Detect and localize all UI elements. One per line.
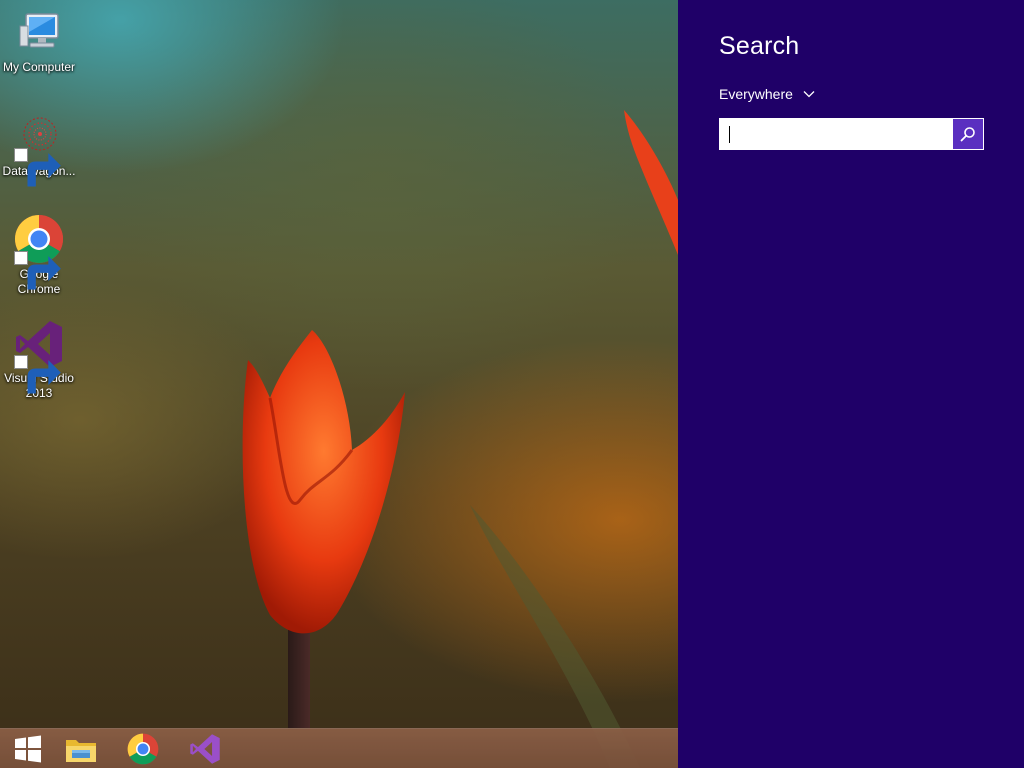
search-charm-title: Search <box>719 32 800 60</box>
shortcut-arrow-icon <box>14 251 61 290</box>
search-charm-panel: Search Everywhere <box>678 0 1024 768</box>
search-scope-dropdown[interactable]: Everywhere <box>719 86 815 102</box>
search-scope-label: Everywhere <box>719 86 793 102</box>
shortcut-arrow-icon <box>14 355 61 394</box>
taskbar-visual-studio-button[interactable] <box>177 729 233 768</box>
wallpaper-tulip-image <box>242 110 678 768</box>
shortcut-arrow-icon <box>14 148 61 187</box>
chrome-icon <box>127 733 159 765</box>
desktop-icon-google-chrome[interactable]: Google Chrome <box>0 215 78 297</box>
text-caret <box>729 126 730 143</box>
desktop-icon-my-computer[interactable]: My Computer <box>0 8 78 75</box>
screen: My Computer DataWagon... Google Chrome V… <box>0 0 1024 768</box>
file-explorer-icon <box>66 740 96 762</box>
desktop[interactable]: My Computer DataWagon... Google Chrome V… <box>0 0 678 768</box>
search-input[interactable] <box>720 119 935 149</box>
desktop-icon-datawagon[interactable]: DataWagon... <box>0 112 78 187</box>
taskbar <box>0 728 678 768</box>
search-button[interactable] <box>953 119 983 149</box>
windows-start-icon <box>15 735 41 763</box>
desktop-icon-label: My Computer <box>2 60 76 74</box>
start-button[interactable] <box>0 729 56 768</box>
visual-studio-icon <box>190 734 220 764</box>
chevron-down-icon <box>803 91 815 98</box>
taskbar-file-explorer-button[interactable] <box>53 729 109 768</box>
search-icon <box>960 127 975 142</box>
search-box <box>719 118 984 150</box>
computer-icon <box>19 13 59 48</box>
desktop-icon-visual-studio[interactable]: Visual Studio 2013 <box>0 319 78 401</box>
taskbar-chrome-button[interactable] <box>115 729 171 768</box>
